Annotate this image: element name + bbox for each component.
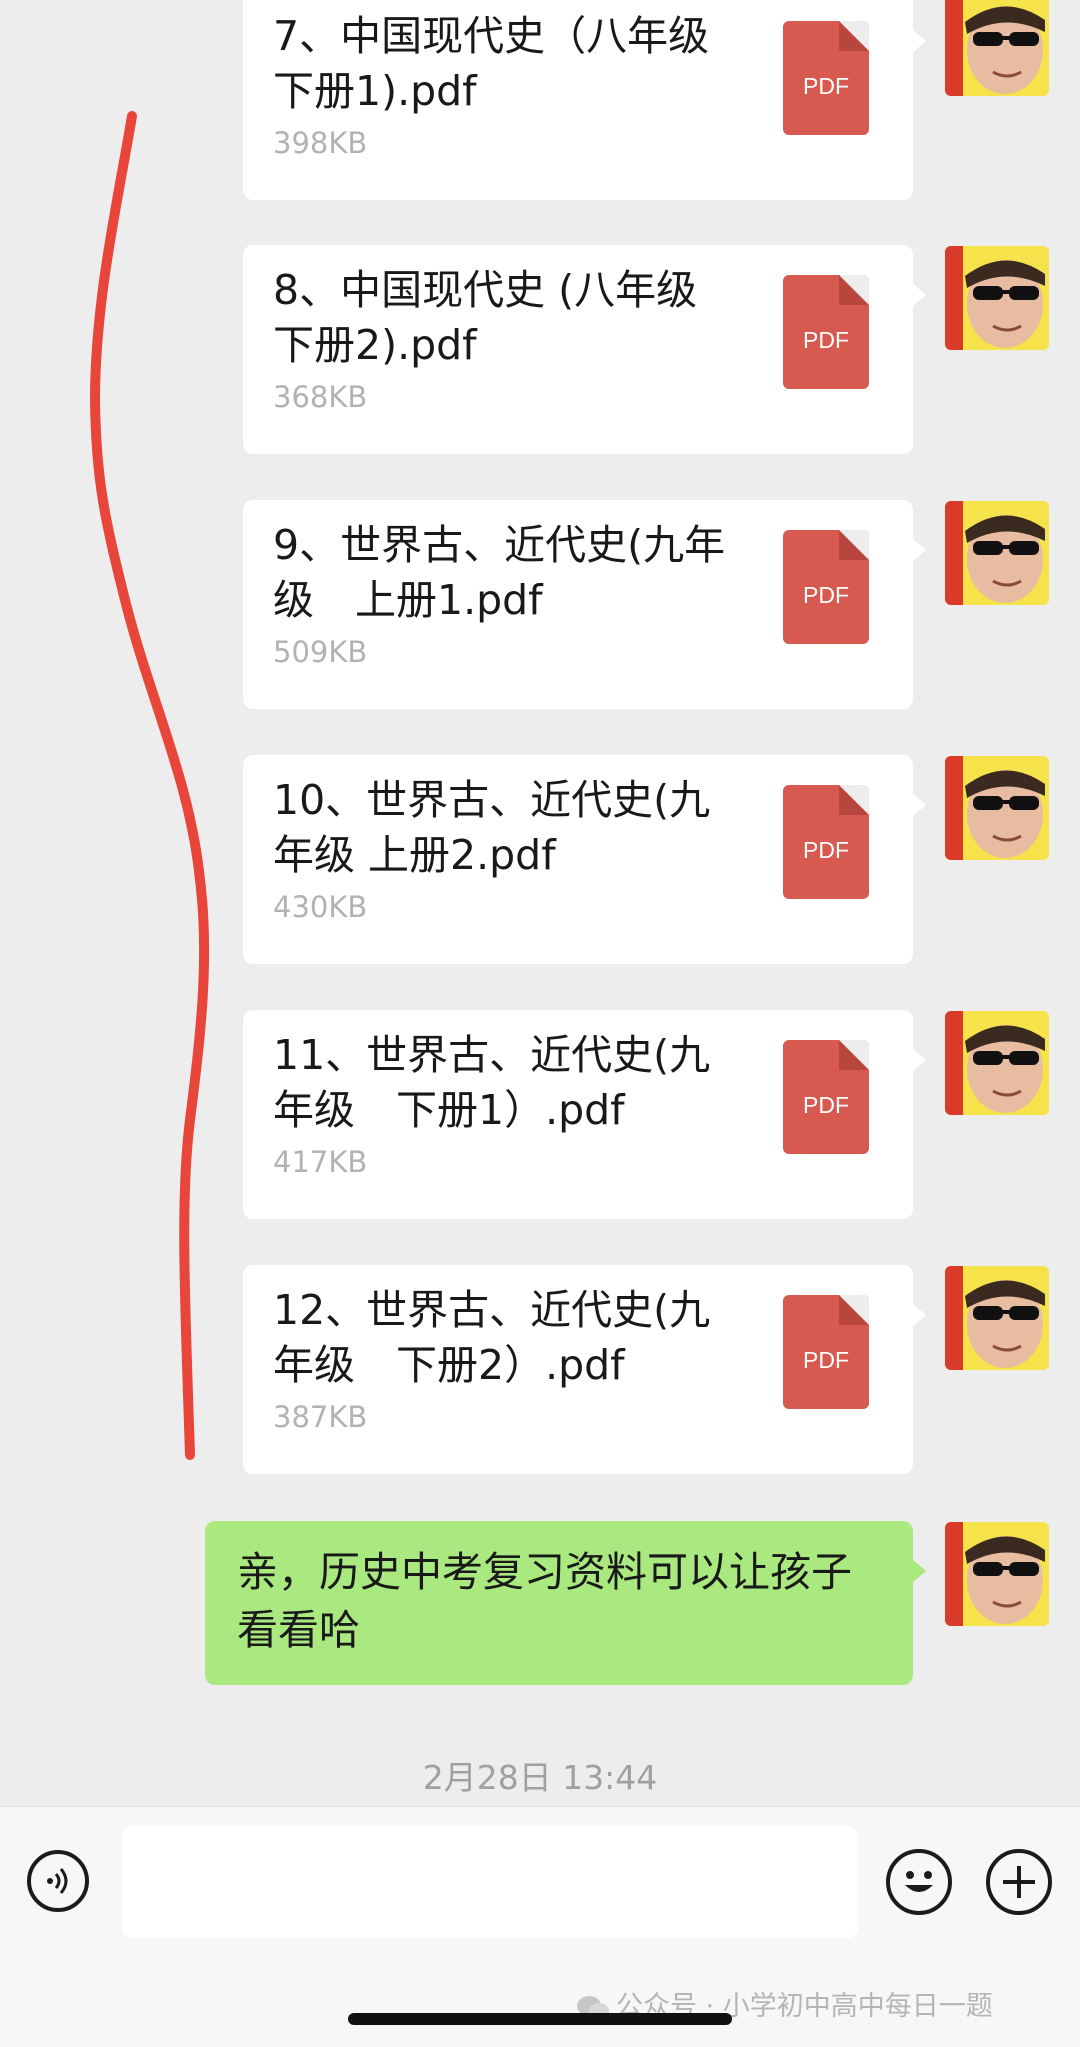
file-size: 368KB: [273, 380, 368, 414]
message-input[interactable]: [122, 1826, 858, 1938]
file-message[interactable]: 8、中国现代史 (八年级 下册2).pdf 368KB PDF: [243, 245, 926, 454]
file-name: 11、世界古、近代史(九年级 下册1）.pdf: [273, 1031, 711, 1134]
file-bubble[interactable]: 7、中国现代史（八年级 下册1).pdf 398KB PDF: [243, 0, 926, 200]
file-bubble[interactable]: 11、世界古、近代史(九年级 下册1）.pdf 417KB PDF: [243, 1010, 926, 1219]
pdf-icon-label: PDF: [803, 73, 849, 99]
avatar[interactable]: [945, 246, 1049, 350]
timestamp: 2月28日 13:44: [422, 1758, 658, 1797]
avatar[interactable]: [945, 1011, 1049, 1115]
file-size: 509KB: [273, 635, 368, 669]
voice-wave-icon: [47, 1868, 68, 1894]
home-indicator[interactable]: [348, 2013, 732, 2025]
file-size: 417KB: [273, 1145, 368, 1179]
pdf-file-icon: PDF: [783, 275, 869, 389]
file-bubble[interactable]: 8、中国现代史 (八年级 下册2).pdf 368KB PDF: [243, 245, 926, 454]
avatar[interactable]: [945, 756, 1049, 860]
pdf-icon-label: PDF: [803, 1092, 849, 1118]
file-message[interactable]: 12、世界古、近代史(九年级 下册2）.pdf 387KB PDF: [243, 1265, 926, 1474]
file-message[interactable]: 11、世界古、近代史(九年级 下册1）.pdf 417KB PDF: [243, 1010, 926, 1219]
file-message[interactable]: 9、世界古、近代史(九年级 上册1.pdf 509KB PDF: [243, 500, 926, 709]
pdf-file-icon: PDF: [783, 1040, 869, 1154]
file-bubble[interactable]: 12、世界古、近代史(九年级 下册2）.pdf 387KB PDF: [243, 1265, 926, 1474]
file-name: 10、世界古、近代史(九年级 上册2.pdf: [273, 776, 711, 879]
smiley-icon: [905, 1871, 933, 1892]
pdf-file-icon: PDF: [783, 530, 869, 644]
sent-message-bubble[interactable]: 亲，历史中考复习资料可以让孩子看看哈: [205, 1521, 926, 1685]
pdf-file-icon: PDF: [783, 1295, 869, 1409]
pdf-icon-label: PDF: [803, 582, 849, 608]
emoji-button[interactable]: [886, 1849, 952, 1915]
avatar[interactable]: [945, 1266, 1049, 1370]
voice-input-button[interactable]: [27, 1850, 89, 1912]
chat-area[interactable]: 7、中国现代史（八年级 下册1).pdf 398KB PDF 8、中国现代史 (…: [0, 0, 1080, 1806]
file-name: 9、世界古、近代史(九年级 上册1.pdf: [273, 521, 726, 624]
pdf-icon-label: PDF: [803, 1347, 849, 1373]
file-bubble[interactable]: 9、世界古、近代史(九年级 上册1.pdf 509KB PDF: [243, 500, 926, 709]
file-name: 8、中国现代史 (八年级 下册2).pdf: [273, 266, 780, 369]
avatar[interactable]: [945, 501, 1049, 605]
file-name: 12、世界古、近代史(九年级 下册2）.pdf: [273, 1286, 711, 1389]
plus-icon: [1003, 1866, 1035, 1898]
file-message[interactable]: 7、中国现代史（八年级 下册1).pdf 398KB PDF: [243, 0, 926, 200]
text-message[interactable]: 亲，历史中考复习资料可以让孩子看看哈: [205, 1521, 926, 1685]
pdf-file-icon: PDF: [783, 21, 869, 135]
pdf-icon-label: PDF: [803, 837, 849, 863]
file-size: 398KB: [273, 126, 368, 160]
pdf-icon-label: PDF: [803, 327, 849, 353]
avatar[interactable]: [945, 0, 1049, 96]
file-name: 7、中国现代史（八年级 下册1).pdf: [273, 12, 751, 115]
pdf-file-icon: PDF: [783, 785, 869, 899]
file-size: 430KB: [273, 890, 368, 924]
file-size: 387KB: [273, 1400, 368, 1434]
avatar[interactable]: [945, 1522, 1049, 1626]
file-message[interactable]: 10、世界古、近代史(九年级 上册2.pdf 430KB PDF: [243, 755, 926, 964]
more-options-button[interactable]: [986, 1849, 1052, 1915]
message-text: 亲，历史中考复习资料可以让孩子看看哈: [237, 1548, 852, 1654]
file-bubble[interactable]: 10、世界古、近代史(九年级 上册2.pdf 430KB PDF: [243, 755, 926, 964]
